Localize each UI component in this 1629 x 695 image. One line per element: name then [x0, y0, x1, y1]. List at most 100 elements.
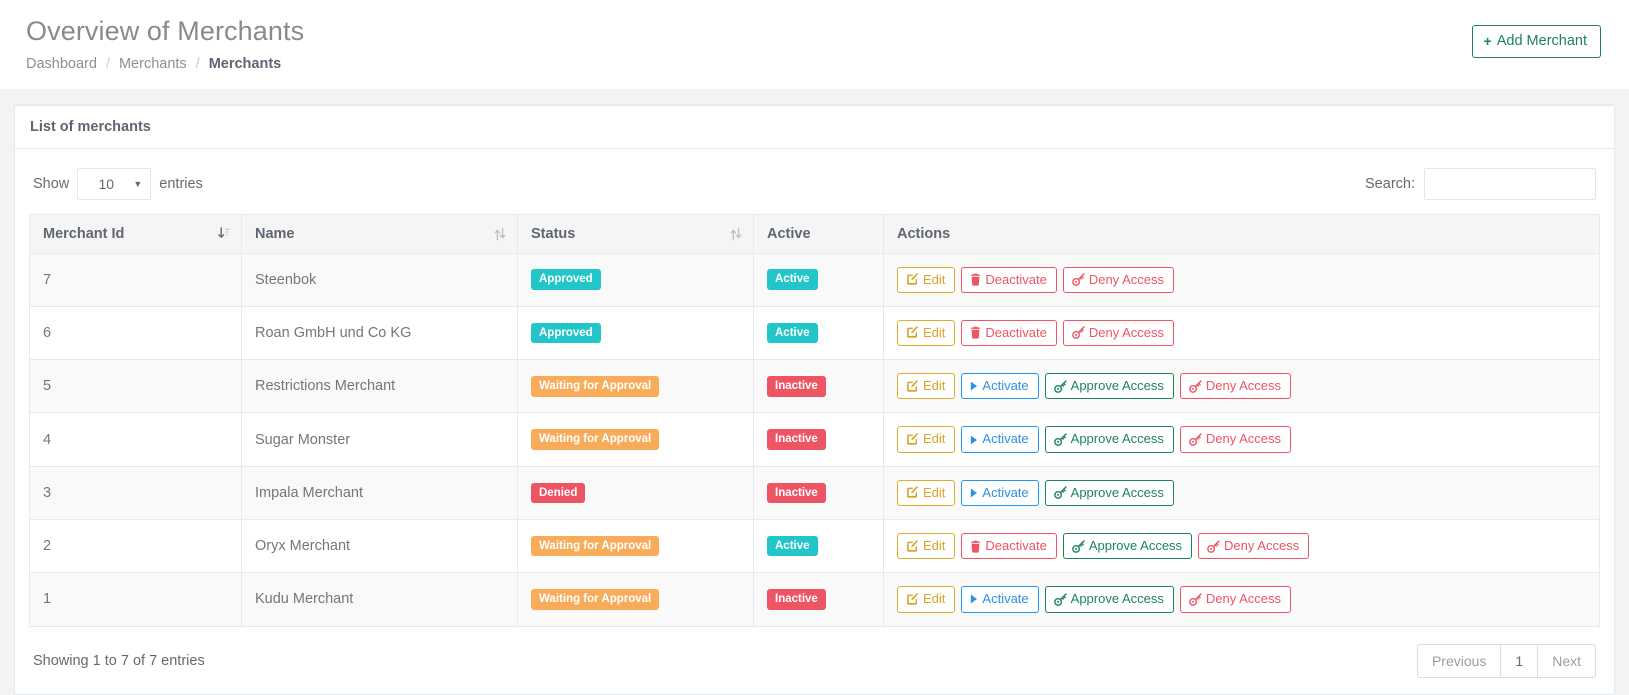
pagination-1[interactable]: 1 — [1500, 643, 1539, 679]
cell-actions: Edit Deactivate Approve Access Deny Access — [883, 518, 1600, 574]
status-badge: Waiting for Approval — [531, 429, 660, 450]
page-title: Overview of Merchants — [26, 16, 305, 46]
active-badge: Inactive — [767, 589, 826, 610]
page-length-control: Show 102550100 ▼ entries — [33, 167, 203, 200]
table-row: 3 Impala Merchant Denied Inactive Edit Activa… — [29, 465, 1600, 520]
action-label: Approve Access — [1070, 378, 1164, 394]
column-header-name[interactable]: Name — [241, 213, 518, 254]
edit-button[interactable]: Edit — [897, 373, 956, 400]
column-header-status[interactable]: Status — [517, 213, 754, 254]
breadcrumb-item-merchants[interactable]: Merchants — [119, 57, 187, 72]
breadcrumb-separator: / — [105, 55, 110, 72]
search-input[interactable] — [1424, 167, 1596, 200]
cell-active: Active — [753, 518, 884, 574]
edit-button[interactable]: Edit — [897, 586, 956, 613]
key-icon — [1053, 380, 1067, 393]
action-label: Edit — [923, 431, 946, 447]
edit-button[interactable]: Edit — [897, 479, 956, 506]
key-icon — [1053, 593, 1067, 606]
page-length-select[interactable]: 102550100 — [77, 167, 152, 200]
breadcrumb-item-dashboard[interactable]: Dashboard — [26, 57, 97, 72]
cell-actions: Edit Deactivate Deny Access — [883, 252, 1600, 307]
breadcrumb-separator: / — [195, 55, 200, 72]
cell-status: Denied — [517, 465, 754, 520]
play-icon — [970, 381, 978, 391]
table-header-row: Merchant Id Name Status Active Actions — [29, 213, 1600, 254]
key-icon — [1189, 433, 1202, 446]
cell-merchant-id: 2 — [29, 518, 242, 574]
pagination-next[interactable]: Next — [1537, 643, 1596, 679]
datatable-controls: Show 102550100 ▼ entries Search: — [29, 164, 1600, 214]
deny-access-button[interactable]: Deny Access — [1198, 532, 1310, 560]
column-label: Name — [255, 225, 295, 242]
trash-icon — [970, 273, 981, 286]
cell-active: Inactive — [753, 572, 884, 627]
trash-icon — [970, 326, 981, 340]
approve-access-button[interactable]: Approve Access — [1044, 426, 1174, 453]
status-badge: Waiting for Approval — [531, 535, 660, 557]
search-label: Search: — [1365, 175, 1415, 192]
approve-access-button[interactable]: Approve Access — [1062, 532, 1193, 560]
cell-merchant-name: Kudu Merchant — [241, 572, 518, 627]
pencil-square-icon — [906, 433, 919, 446]
sort-none-icon — [494, 227, 506, 241]
activate-button[interactable]: Activate — [961, 479, 1039, 506]
pencil-square-icon — [906, 539, 919, 553]
action-label: Approve Access — [1088, 537, 1183, 553]
action-label: Approve Access — [1070, 431, 1164, 447]
approve-access-button[interactable]: Approve Access — [1044, 586, 1174, 613]
cell-merchant-name: Steenbok — [241, 252, 518, 307]
deny-access-button[interactable]: Deny Access — [1179, 586, 1292, 613]
add-merchant-button[interactable]: + Add Merchant — [1471, 25, 1601, 58]
deny-access-button[interactable]: Deny Access — [1179, 373, 1292, 400]
deactivate-button[interactable]: Deactivate — [961, 532, 1057, 560]
deny-access-button[interactable]: Deny Access — [1062, 319, 1174, 347]
deactivate-button[interactable]: Deactivate — [961, 266, 1057, 293]
cell-merchant-id: 3 — [29, 465, 242, 520]
panel-body: Show 102550100 ▼ entries Search: — [15, 149, 1614, 695]
activate-button[interactable]: Activate — [961, 586, 1039, 613]
entries-label: entries — [159, 175, 203, 192]
play-icon — [970, 435, 978, 445]
play-icon — [970, 594, 978, 604]
action-button-group: Edit Deactivate Approve Access Deny Access — [897, 532, 1587, 560]
cell-status: Waiting for Approval — [517, 412, 754, 467]
cell-merchant-id: 4 — [29, 412, 242, 467]
activate-button[interactable]: Activate — [961, 373, 1039, 400]
table-row: 6 Roan GmbH und Co KG Approved Active Edit De… — [29, 305, 1600, 361]
action-label: Deactivate — [985, 271, 1047, 287]
panel-heading: List of merchants — [15, 106, 1614, 149]
action-label: Activate — [982, 591, 1029, 607]
column-header-merchant-id[interactable]: Merchant Id — [29, 213, 242, 254]
content-wrapper: List of merchants Show 102550100 ▼ entri… — [0, 89, 1629, 695]
action-label: Approve Access — [1070, 591, 1164, 607]
sort-desc-icon — [218, 226, 230, 241]
key-icon — [1189, 380, 1202, 393]
deny-access-button[interactable]: Deny Access — [1179, 426, 1292, 453]
pencil-square-icon — [906, 379, 919, 393]
edit-button[interactable]: Edit — [897, 532, 956, 560]
edit-button[interactable]: Edit — [897, 426, 956, 453]
action-label: Deny Access — [1224, 537, 1300, 553]
column-label: Actions — [897, 225, 951, 242]
table-row: 4 Sugar Monster Waiting for Approval Inacti… — [29, 412, 1600, 467]
cell-active: Inactive — [753, 465, 884, 520]
activate-button[interactable]: Activate — [961, 426, 1039, 453]
table-info: Showing 1 to 7 of 7 entries — [33, 653, 205, 670]
edit-button[interactable]: Edit — [897, 319, 956, 347]
status-badge: Denied — [531, 482, 586, 504]
deny-access-button[interactable]: Deny Access — [1062, 266, 1174, 293]
action-button-group: Edit Deactivate Deny Access — [897, 319, 1587, 347]
edit-button[interactable]: Edit — [897, 266, 956, 293]
search-control: Search: — [1365, 167, 1596, 200]
deactivate-button[interactable]: Deactivate — [961, 319, 1057, 347]
approve-access-button[interactable]: Approve Access — [1044, 479, 1174, 506]
active-badge: Inactive — [767, 429, 826, 450]
action-button-group: Edit Activate Approve Access Deny Access — [897, 373, 1587, 400]
approve-access-button[interactable]: Approve Access — [1044, 373, 1174, 400]
breadcrumb-item-current: Merchants — [208, 55, 282, 72]
cell-status: Waiting for Approval — [517, 518, 754, 574]
key-icon — [1071, 539, 1085, 553]
pagination-previous[interactable]: Previous — [1416, 643, 1502, 679]
status-badge: Approved — [531, 269, 601, 290]
